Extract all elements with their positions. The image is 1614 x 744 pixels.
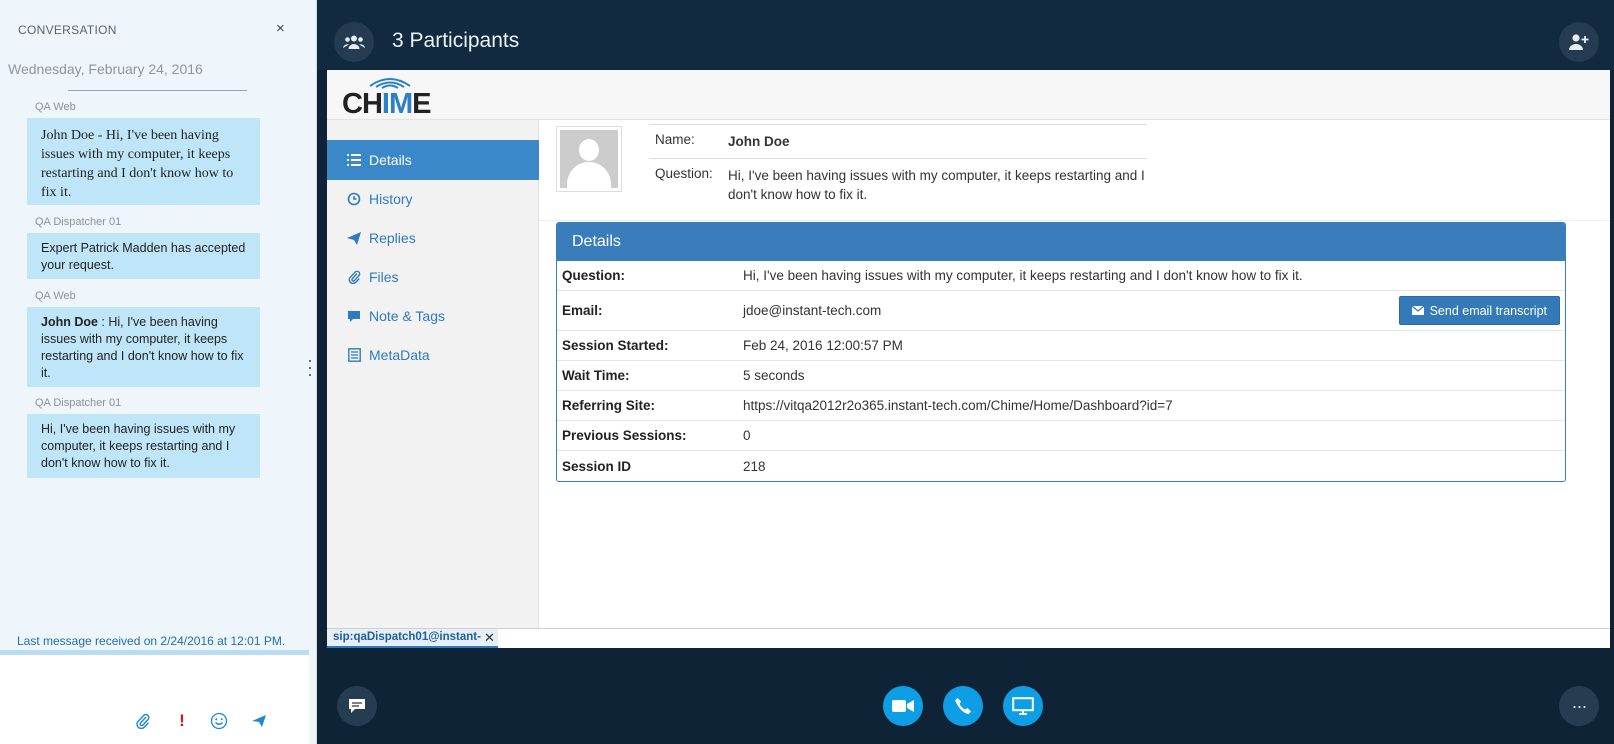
send-icon[interactable] — [249, 711, 269, 731]
nav-label: Details — [369, 152, 412, 168]
details-row-email: Email: jdoe@instant-tech.com Send email … — [557, 291, 1565, 331]
details-row-referring-site: Referring Site: https://vitqa2012r2o365.… — [557, 391, 1565, 421]
message-author: John Doe — [41, 315, 98, 329]
last-message-status: Last message received on 2/24/2016 at 12… — [17, 634, 286, 648]
details-row-previous-sessions: Previous Sessions: 0 — [557, 421, 1565, 451]
details-value: 218 — [743, 458, 766, 474]
message-sender: QA Dispatcher 01 — [35, 216, 122, 228]
details-label: Email: — [562, 303, 603, 318]
chime-app: CHIME Details History Replies Files Note… — [327, 70, 1610, 648]
paperclip-icon[interactable] — [133, 711, 153, 731]
chime-header: CHIME — [327, 70, 1610, 120]
customer-summary: Name: John Doe Question: Hi, I've been h… — [649, 124, 1147, 211]
details-label: Wait Time: — [562, 368, 630, 383]
details-label: Referring Site: — [562, 398, 656, 413]
important-icon[interactable]: ! — [172, 711, 192, 731]
message-bubble: Hi, I've been having issues with my comp… — [27, 414, 260, 478]
nav-item-files[interactable]: Files — [327, 257, 539, 297]
tab-sip-address[interactable]: sip:qaDispatch01@instant- — [327, 629, 498, 648]
details-row-session-started: Session Started: Feb 24, 2016 12:00:57 P… — [557, 331, 1565, 361]
nav-item-note-tags[interactable]: Note & Tags — [327, 296, 539, 336]
message-sender: QA Web — [35, 290, 76, 302]
close-icon[interactable]: × — [276, 20, 285, 37]
phone-icon[interactable] — [943, 686, 983, 726]
details-value: Hi, I've been having issues with my comp… — [743, 268, 1303, 283]
nav-item-replies[interactable]: Replies — [327, 218, 539, 258]
nav-item-metadata[interactable]: MetaData — [327, 335, 539, 375]
nav-item-history[interactable]: History — [327, 179, 539, 219]
send-button-label: Send email transcript — [1429, 303, 1547, 318]
resize-handle[interactable] — [309, 360, 312, 384]
details-value: 0 — [743, 428, 751, 443]
chime-sidenav: Details History Replies Files Note & Tag… — [327, 120, 539, 648]
nav-label: History — [369, 191, 413, 207]
nav-label: Replies — [369, 230, 416, 246]
chime-logo: CHIME — [342, 88, 431, 120]
document-icon — [345, 348, 363, 362]
add-participant-icon[interactable] — [1559, 22, 1599, 62]
video-icon[interactable] — [883, 686, 923, 726]
list-icon — [345, 154, 363, 166]
message-sender: QA Web — [35, 101, 76, 113]
envelope-icon — [1411, 304, 1424, 318]
conversation-date: Wednesday, February 24, 2016 — [8, 61, 203, 77]
summary-question-label: Question: — [655, 166, 713, 181]
emoji-icon[interactable] — [209, 711, 229, 731]
details-row-question: Question: Hi, I've been having issues wi… — [557, 261, 1565, 291]
summary-question-row: Question: Hi, I've been having issues wi… — [649, 158, 1147, 211]
nav-item-details[interactable]: Details — [327, 140, 539, 180]
section-divider — [539, 220, 1610, 221]
details-label: Session ID — [562, 458, 632, 474]
signal-icon — [369, 78, 411, 89]
details-value: https://vitqa2012r2o365.instant-tech.com… — [743, 398, 1173, 413]
avatar — [556, 126, 622, 192]
more-options-icon[interactable]: ··· — [1559, 686, 1599, 726]
screen-share-icon[interactable] — [1003, 686, 1043, 726]
nav-label: MetaData — [369, 347, 430, 363]
details-label: Question: — [562, 268, 625, 283]
tab-strip: sip:qaDispatch01@instant- ✕ — [327, 628, 1610, 648]
summary-question-value: Hi, I've been having issues with my comp… — [728, 168, 1145, 202]
details-value: 5 seconds — [743, 368, 805, 383]
chat-icon[interactable] — [337, 686, 377, 726]
app-window: CONVERSATION × Wednesday, February 24, 2… — [0, 0, 1614, 744]
history-icon — [345, 192, 363, 206]
message-bubble: Expert Patrick Madden has accepted your … — [27, 233, 260, 279]
participants-count: 3 Participants — [392, 29, 520, 52]
send-icon — [345, 231, 363, 245]
date-divider — [68, 90, 247, 91]
nav-label: Files — [369, 269, 399, 285]
close-icon[interactable]: ✕ — [484, 630, 495, 646]
details-row-session-id: Session ID 218 — [557, 451, 1565, 481]
nav-label: Note & Tags — [369, 308, 446, 324]
details-panel: Details Question: Hi, I've been having i… — [556, 222, 1566, 482]
message-sender: QA Dispatcher 01 — [35, 397, 122, 409]
comment-icon — [345, 310, 363, 323]
message-bubble: John Doe - Hi, I've been having issues w… — [27, 118, 260, 205]
summary-name-label: Name: — [655, 132, 695, 147]
message-bubble: John Doe : Hi, I've been having issues w… — [27, 307, 260, 387]
paperclip-icon — [345, 270, 363, 284]
details-row-wait-time: Wait Time: 5 seconds — [557, 361, 1565, 391]
summary-name-value: John Doe — [728, 134, 790, 149]
conversation-header: CONVERSATION — [18, 23, 117, 37]
conversation-panel: CONVERSATION × Wednesday, February 24, 2… — [0, 0, 317, 744]
participants-icon[interactable] — [334, 22, 374, 62]
details-panel-title: Details — [557, 223, 1565, 261]
send-email-transcript-button[interactable]: Send email transcript — [1398, 296, 1560, 325]
details-label: Session Started: — [562, 338, 669, 353]
details-value: Feb 24, 2016 12:00:57 PM — [743, 338, 903, 353]
summary-name-row: Name: John Doe — [649, 124, 1147, 158]
details-label: Previous Sessions: — [562, 428, 687, 443]
